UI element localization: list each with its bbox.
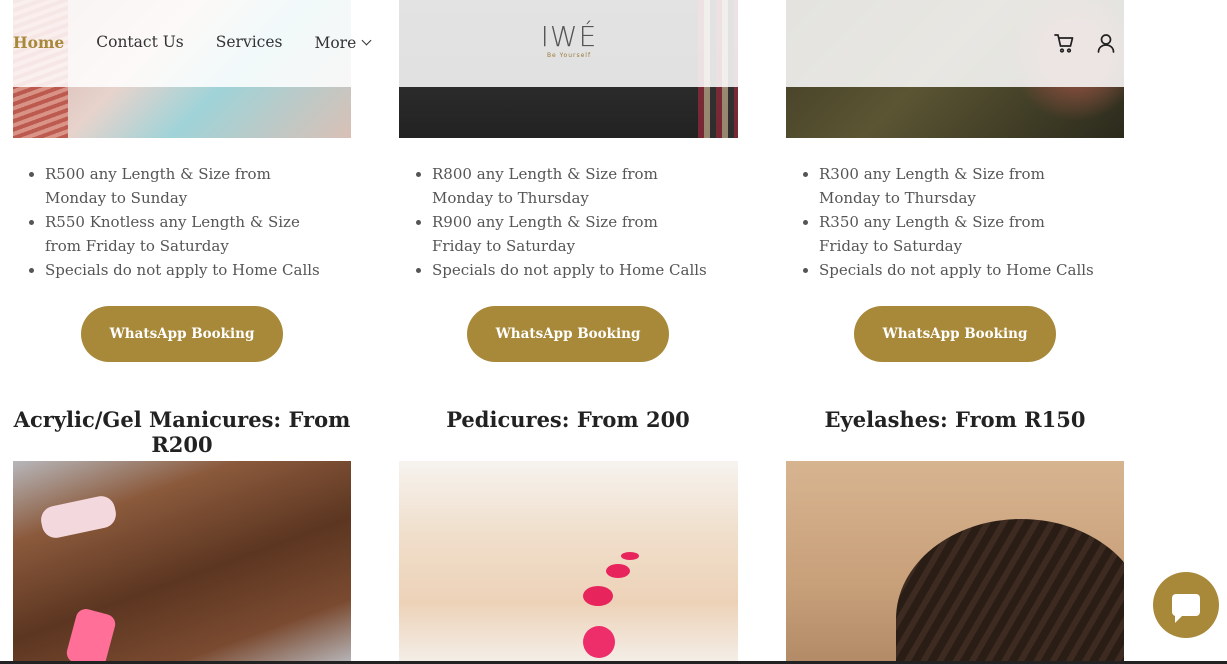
chat-bubble-icon (1172, 594, 1200, 623)
logo-tagline: Be Yourself (546, 52, 592, 59)
chevron-down-icon (361, 35, 372, 46)
pedicure-photo (399, 461, 738, 664)
list-item: Specials do not apply to Home Calls (45, 258, 323, 282)
list-item: R900 any Length & Size from Friday to Sa… (432, 210, 710, 258)
list-item: Specials do not apply to Home Calls (432, 258, 710, 282)
manicure-photo (13, 461, 351, 664)
chat-button[interactable] (1153, 572, 1219, 638)
main-nav: Home Contact Us Services More (13, 33, 402, 52)
list-item: R550 Knotless any Length & Size from Fri… (45, 210, 323, 258)
price-list-2: R800 any Length & Size from Monday to Th… (400, 162, 710, 282)
price-list-3: R300 any Length & Size from Monday to Th… (787, 162, 1097, 282)
site-header: Home Contact Us Services More IWÉ Be You… (0, 0, 1124, 87)
logo-mark: IWÉ (540, 20, 598, 53)
eyelashes-photo (786, 461, 1124, 664)
cart-icon[interactable] (1053, 32, 1075, 54)
service-title-manicures: Acrylic/Gel Manicures: From R200 (13, 407, 351, 457)
list-item: R300 any Length & Size from Monday to Th… (819, 162, 1097, 210)
account-icon[interactable] (1095, 32, 1117, 54)
service-title-eyelashes: Eyelashes: From R150 (824, 407, 1086, 432)
service-title-pedicures: Pedicures: From 200 (446, 407, 690, 432)
whatsapp-booking-button[interactable]: WhatsApp Booking (81, 306, 283, 362)
nav-contact-us[interactable]: Contact Us (96, 33, 184, 52)
list-item: Specials do not apply to Home Calls (819, 258, 1097, 282)
list-item: R500 any Length & Size from Monday to Su… (45, 162, 323, 210)
list-item: R800 any Length & Size from Monday to Th… (432, 162, 710, 210)
whatsapp-booking-button[interactable]: WhatsApp Booking (854, 306, 1056, 362)
whatsapp-booking-button[interactable]: WhatsApp Booking (467, 306, 669, 362)
logo[interactable]: IWÉ Be Yourself (538, 20, 600, 60)
nav-home[interactable]: Home (13, 33, 64, 52)
header-icons (1053, 32, 1117, 54)
nav-more-label: More (314, 33, 357, 52)
nav-more[interactable]: More (314, 33, 372, 52)
list-item: R350 any Length & Size from Friday to Sa… (819, 210, 1097, 258)
price-list-1: R500 any Length & Size from Monday to Su… (13, 162, 323, 282)
nav-services[interactable]: Services (216, 33, 283, 52)
